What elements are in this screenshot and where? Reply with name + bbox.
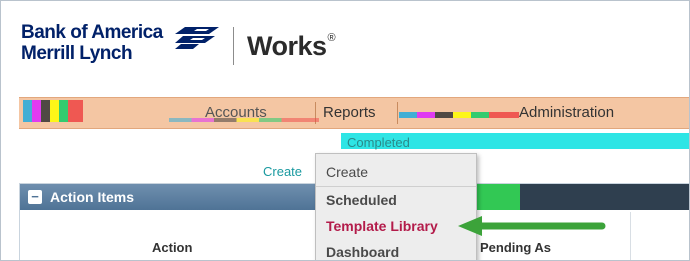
top-nav-bar: Accounts Reports Administration (19, 97, 689, 129)
menu-divider (316, 186, 476, 187)
collapse-icon[interactable]: − (28, 190, 42, 204)
brand-name-line1: Bank of America (21, 22, 163, 43)
header-glitch-artifact (520, 184, 689, 210)
nav-glitch-artifact (169, 118, 319, 122)
highlight-bar (381, 133, 689, 149)
column-header-pending-as[interactable]: Pending As (480, 240, 551, 255)
nav-separator (397, 102, 398, 124)
column-divider (630, 212, 631, 260)
panel-title: Action Items (50, 189, 135, 205)
menu-item-create[interactable]: Create (326, 164, 368, 180)
pointer-arrow-icon (458, 216, 606, 236)
app-window: Bank of America Merrill Lynch Works® Acc… (0, 0, 690, 261)
brand-name-line2: Merrill Lynch (21, 43, 133, 64)
completed-label: Completed (347, 135, 410, 150)
menu-item-scheduled[interactable]: Scheduled (326, 192, 397, 208)
nav-glitch-artifact (399, 112, 519, 118)
logo-divider (233, 27, 234, 65)
product-name: Works® (247, 31, 336, 61)
nav-item-reports[interactable]: Reports (323, 104, 376, 121)
nav-item-administration[interactable]: Administration (519, 104, 614, 121)
create-link[interactable]: Create (263, 164, 302, 179)
brand-logo: Bank of America Merrill Lynch (21, 22, 219, 65)
nav-glitch-artifact (23, 100, 83, 122)
menu-item-dashboard[interactable]: Dashboard (326, 244, 399, 260)
reports-dropdown-menu: Create Scheduled Template Library Dashbo… (315, 153, 477, 260)
menu-item-template-library[interactable]: Template Library (326, 218, 438, 234)
flag-logo-icon (175, 27, 219, 49)
column-header-action[interactable]: Action (152, 240, 192, 255)
